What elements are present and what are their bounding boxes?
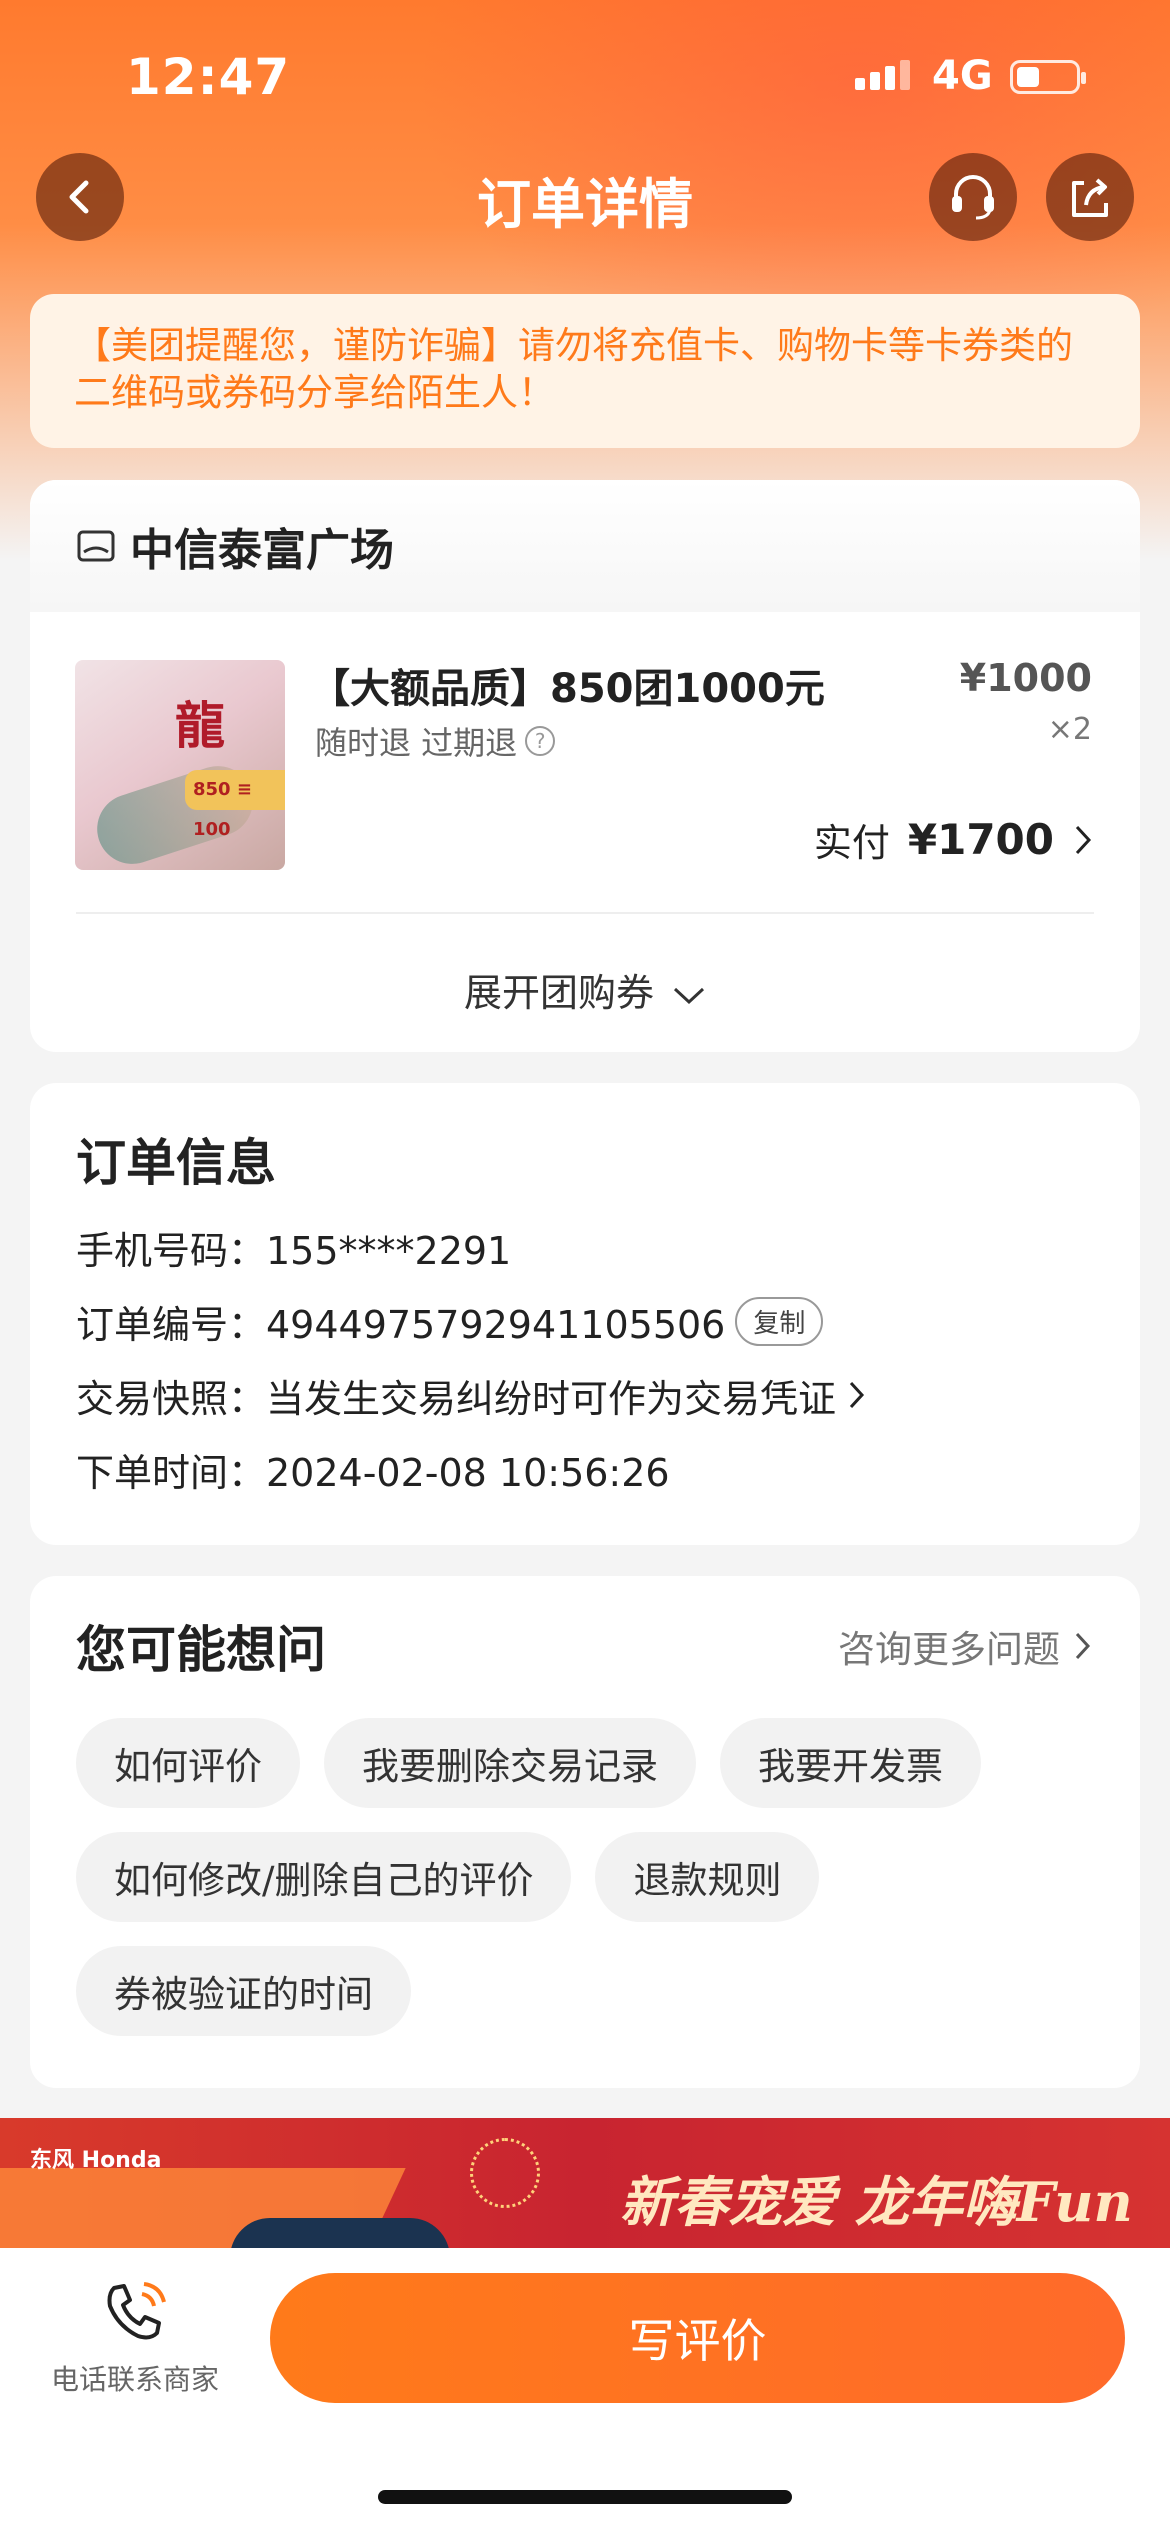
refund-tags-label: 随时退 过期退 [315, 724, 518, 762]
divider [76, 912, 1094, 914]
refund-tags: 随时退 过期退 ? [315, 718, 556, 764]
status-time: 12:47 [126, 48, 291, 106]
chevron-right-icon [1075, 825, 1092, 854]
more-questions-label: 咨询更多问题 [838, 1628, 1060, 1671]
help-icon[interactable]: ? [525, 726, 556, 756]
order-time: 下单时间：2024-02-08 10:56:26 [76, 1450, 670, 1495]
merchant-header[interactable]: 中信泰富广场 [30, 480, 1140, 612]
faq-chip[interactable]: 如何修改/删除自己的评价 [76, 1832, 572, 1922]
transaction-snapshot: 交易快照：当发生交易纠纷时可作为交易凭证 [76, 1376, 837, 1421]
chevron-right-icon [849, 1381, 865, 1409]
banner-car-art [230, 2218, 450, 2248]
product-row[interactable]: 龍 850 ≡ 100 【大额品质】850团1000元 随时退 过期退 ? ¥1… [30, 612, 1140, 912]
expand-vouchers-button[interactable]: 展开团购券 [30, 962, 1140, 1017]
faq-chip[interactable]: 退款规则 [595, 1832, 820, 1922]
share-icon [1072, 178, 1108, 217]
call-merchant-label: 电话联系商家 [50, 2363, 219, 2396]
unit-price: ¥1000 [959, 656, 1092, 700]
chevron-down-icon [674, 987, 705, 1004]
headset-icon [952, 175, 994, 220]
product-title: 【大额品质】850团1000元 [310, 666, 825, 712]
paid-label: 实付 [813, 821, 890, 865]
call-merchant-button[interactable]: 电话联系商家 [40, 2278, 230, 2398]
customer-service-button[interactable] [929, 153, 1017, 241]
product-logo-art: 龍 [175, 696, 225, 755]
product-image-label: 850 ≡ 100 [185, 770, 285, 840]
expand-label: 展开团购券 [463, 971, 654, 1015]
product-thumbnail: 龍 850 ≡ 100 [75, 660, 285, 870]
merchant-name: 中信泰富广场 [130, 525, 394, 576]
firework-icon [470, 2138, 540, 2208]
transaction-snapshot-row[interactable]: 交易快照：当发生交易纠纷时可作为交易凭证 [76, 1369, 1094, 1421]
banner-brand: 东风 Honda [30, 2148, 162, 2173]
faq-chip-list: 如何评价 我要删除交易记录 我要开发票 如何修改/删除自己的评价 退款规则 券被… [76, 1718, 1094, 2036]
quantity: ×2 [1047, 712, 1092, 747]
phone-number: 手机号码：155****2291 [76, 1228, 512, 1273]
order-number: 订单编号：4944975792941105506 [76, 1302, 726, 1347]
write-review-button[interactable]: 写评价 [270, 2273, 1125, 2403]
chevron-right-icon [1075, 1632, 1091, 1660]
copy-button[interactable]: 复制 [735, 1296, 824, 1346]
faq-chip[interactable]: 我要开发票 [720, 1718, 981, 1808]
faq-chip[interactable]: 券被验证的时间 [76, 1946, 411, 2036]
order-info-title: 订单信息 [76, 1134, 276, 1192]
status-bar: 12:47 4G [0, 0, 1170, 150]
faq-title: 您可能想问 [76, 1621, 326, 1679]
order-info-card: 订单信息 手机号码：155****2291 订单编号：4944975792941… [30, 1083, 1140, 1545]
paid-amount: ¥1700 [907, 815, 1054, 864]
faq-card: 您可能想问 咨询更多问题 如何评价 我要删除交易记录 我要开发票 如何修改/删除… [30, 1576, 1140, 2088]
faq-chip[interactable]: 如何评价 [76, 1718, 300, 1808]
merchant-card: 中信泰富广场 龍 850 ≡ 100 【大额品质】850团1000元 随时退 过… [30, 480, 1140, 1052]
share-button[interactable] [1046, 153, 1134, 241]
network-type: 4G [932, 53, 993, 99]
home-indicator [378, 2490, 792, 2504]
phone-icon [107, 2282, 166, 2340]
banner-slogan: 新春宠爱 龙年嗨Fun [620, 2170, 1133, 2234]
more-questions-link[interactable]: 咨询更多问题 [838, 1619, 1094, 1673]
fraud-warning-notice: 【美团提醒您，谨防诈骗】请勿将充值卡、购物卡等卡券类的二维码或券码分享给陌生人！ [30, 294, 1140, 448]
battery-icon [1010, 60, 1086, 94]
order-number-row: 订单编号：4944975792941105506 复制 [76, 1295, 1094, 1347]
ad-banner[interactable]: 东风 Honda 新春宠爱 龙年嗨Fun [0, 2118, 1170, 2248]
signal-icon [855, 60, 910, 90]
store-icon [77, 530, 115, 562]
paid-amount-row[interactable]: 实付 ¥1700 [814, 812, 1094, 867]
faq-chip[interactable]: 我要删除交易记录 [324, 1718, 696, 1808]
